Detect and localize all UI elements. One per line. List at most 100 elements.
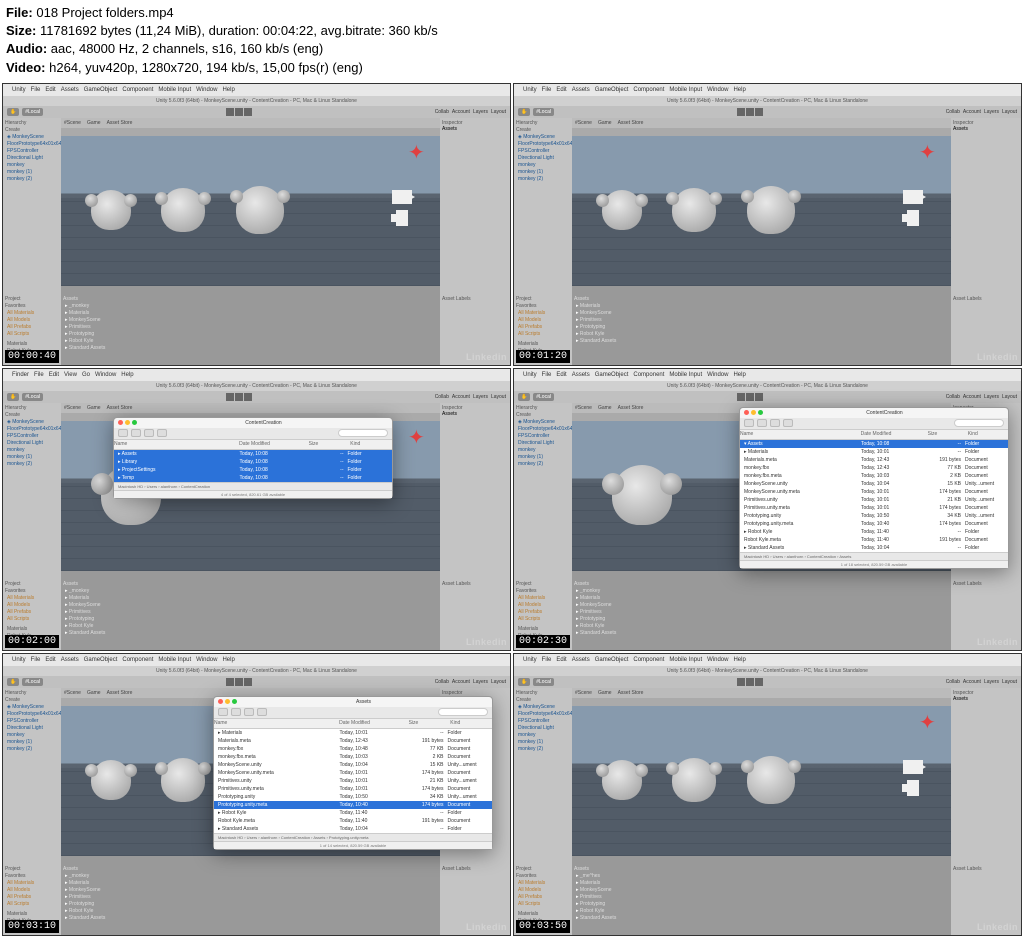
view-icon[interactable]	[783, 419, 793, 427]
minimize-icon[interactable]	[225, 699, 230, 704]
macos-menubar[interactable]: UnityFileEditAssetsGameObjectComponentMo…	[3, 654, 510, 666]
scene-toolbar[interactable]	[572, 698, 951, 706]
menu-item[interactable]: Window	[196, 87, 217, 93]
tab-asset-store[interactable]: Asset Store	[107, 405, 133, 411]
forward-icon[interactable]	[757, 419, 767, 427]
finder-columns[interactable]: NameDate ModifiedSizeKind	[214, 719, 492, 729]
camera-icon[interactable]	[392, 190, 412, 204]
favorite-item[interactable]: All Materials	[5, 880, 59, 887]
tab-game[interactable]: Game	[598, 120, 612, 126]
scene-view[interactable]: #SceneGameAsset Store	[572, 688, 951, 856]
finder-row[interactable]: Prototyping.unity.metaToday, 10:40174 by…	[214, 801, 492, 809]
assets-column[interactable]: Assets_monkeyMaterialsMonkeyScenePrimiti…	[572, 571, 951, 650]
project-folder[interactable]: Materials	[516, 341, 570, 348]
menu-item[interactable]: Mobile Input	[158, 657, 191, 663]
finder-row[interactable]: ▸ Standard AssetsToday, 10:04--Folder	[214, 825, 492, 833]
local-button[interactable]: #Local	[22, 393, 43, 401]
hierarchy-item[interactable]: monkey	[5, 447, 59, 454]
inspector-panel[interactable]: InspectorAssets	[951, 688, 1021, 856]
scene-node[interactable]: ◈ MonkeyScene	[5, 419, 59, 426]
hierarchy-item[interactable]: FloorPrototype64x01x64	[5, 711, 59, 718]
monkey-mesh[interactable]	[602, 190, 642, 230]
finder-columns[interactable]: NameDate ModifiedSizeKind	[114, 440, 392, 450]
macos-menubar[interactable]: UnityFileEditAssetsGameObjectComponentMo…	[514, 654, 1021, 666]
asset-item[interactable]: Robot Kyle	[574, 908, 949, 915]
finder-row[interactable]: Primitives.unityToday, 10:0121 KBUnity..…	[740, 496, 1008, 504]
tab-asset-store[interactable]: Asset Store	[107, 690, 133, 696]
asset-item[interactable]: Materials	[574, 880, 949, 887]
hierarchy-item[interactable]: FPSController	[516, 433, 570, 440]
menu-item[interactable]: Window	[707, 372, 728, 378]
layout-button[interactable]: Layout	[1002, 679, 1017, 685]
project-folder[interactable]: Materials	[5, 626, 59, 633]
macos-menubar[interactable]: UnityFileEditAssetsGameObjectComponentMo…	[3, 84, 510, 96]
monkey-mesh[interactable]	[672, 188, 716, 232]
hierarchy-panel[interactable]: HierarchyCreate◈ MonkeySceneFloorPrototy…	[514, 403, 572, 571]
finder-row[interactable]: Materials.metaToday, 12:43191 bytesDocum…	[740, 456, 1008, 464]
menu-item[interactable]: Assets	[572, 87, 590, 93]
collab-button[interactable]: Collab	[435, 679, 449, 685]
play-controls[interactable]	[226, 393, 252, 401]
collab-button[interactable]: Collab	[435, 394, 449, 400]
hierarchy-item[interactable]: FPSController	[5, 148, 59, 155]
menu-item[interactable]: File	[31, 87, 41, 93]
menu-item[interactable]: GameObject	[84, 657, 118, 663]
menu-item[interactable]: File	[542, 87, 552, 93]
menu-item[interactable]: Help	[733, 372, 745, 378]
orientation-gizmo-icon[interactable]	[408, 140, 432, 164]
asset-item[interactable]: _monkey	[63, 873, 438, 880]
unity-toolbar[interactable]: ✋#LocalCollabAccountLayersLayout	[3, 676, 510, 688]
asset-item[interactable]: Prototyping	[574, 616, 949, 623]
collab-button[interactable]: Collab	[946, 394, 960, 400]
hierarchy-item[interactable]: monkey (2)	[5, 461, 59, 468]
hierarchy-item[interactable]: monkey (1)	[5, 739, 59, 746]
scene-node[interactable]: ◈ MonkeyScene	[516, 419, 570, 426]
asset-item[interactable]: Standard Assets	[63, 915, 438, 922]
menu-item[interactable]: Component	[633, 657, 664, 663]
finder-body[interactable]: ▸ MaterialsToday, 10:01--FolderMaterials…	[214, 729, 492, 833]
audio-icon[interactable]	[907, 210, 919, 226]
finder-window[interactable]: ContentCreation NameDate ModifiedSizeKind…	[113, 417, 393, 499]
unity-toolbar[interactable]: ✋#LocalCollabAccountLayersLayout	[514, 676, 1021, 688]
hierarchy-item[interactable]: Directional Light	[5, 155, 59, 162]
monkey-mesh[interactable]	[161, 188, 205, 232]
menu-item[interactable]: Finder	[12, 372, 29, 378]
menu-item[interactable]: Component	[122, 657, 153, 663]
favorite-item[interactable]: All Materials	[5, 310, 59, 317]
asset-item[interactable]: Robot Kyle	[63, 908, 438, 915]
finder-titlebar[interactable]: ContentCreation	[114, 418, 392, 428]
favorite-item[interactable]: All Scripts	[516, 901, 570, 908]
menu-item[interactable]: Component	[633, 87, 664, 93]
hierarchy-item[interactable]: monkey (2)	[516, 176, 570, 183]
project-tab[interactable]: Project	[516, 581, 570, 587]
maximize-icon[interactable]	[132, 420, 137, 425]
hierarchy-item[interactable]: monkey	[516, 162, 570, 169]
menu-item[interactable]: Edit	[556, 657, 566, 663]
hierarchy-item[interactable]: FloorPrototype64x01x64	[516, 426, 570, 433]
asset-item[interactable]: MonkeyScene	[63, 887, 438, 894]
finder-row[interactable]: ▸ MaterialsToday, 10:01--Folder	[740, 448, 1008, 456]
menu-item[interactable]: Mobile Input	[669, 372, 702, 378]
project-folder[interactable]: Materials	[5, 341, 59, 348]
tab-scene[interactable]: #Scene	[64, 120, 81, 126]
unity-toolbar[interactable]: ✋#LocalCollabAccountLayersLayout	[514, 391, 1021, 403]
account-button[interactable]: Account	[452, 109, 470, 115]
audio-icon[interactable]	[907, 780, 919, 796]
asset-item[interactable]: MonkeyScene	[574, 602, 949, 609]
menu-item[interactable]: Assets	[572, 657, 590, 663]
hierarchy-panel[interactable]: HierarchyCreate◈ MonkeySceneFloorPrototy…	[3, 688, 61, 856]
forward-icon[interactable]	[231, 708, 241, 716]
hierarchy-item[interactable]: Directional Light	[5, 440, 59, 447]
hierarchy-item[interactable]: monkey (2)	[516, 461, 570, 468]
account-button[interactable]: Account	[963, 394, 981, 400]
asset-item[interactable]: _monkey	[574, 588, 949, 595]
hierarchy-item[interactable]: monkey	[5, 162, 59, 169]
favorite-item[interactable]: All Scripts	[516, 331, 570, 338]
close-icon[interactable]	[218, 699, 223, 704]
orientation-gizmo-icon[interactable]	[919, 710, 943, 734]
inspector-panel[interactable]: InspectorAssets	[951, 118, 1021, 286]
finder-row[interactable]: ▸ MaterialsToday, 10:01--Folder	[214, 729, 492, 737]
layers-button[interactable]: Layers	[473, 394, 488, 400]
tab-asset-store[interactable]: Asset Store	[618, 690, 644, 696]
finder-path[interactable]: Macintosh HD › Users › alanthorn › Conte…	[740, 552, 1008, 560]
